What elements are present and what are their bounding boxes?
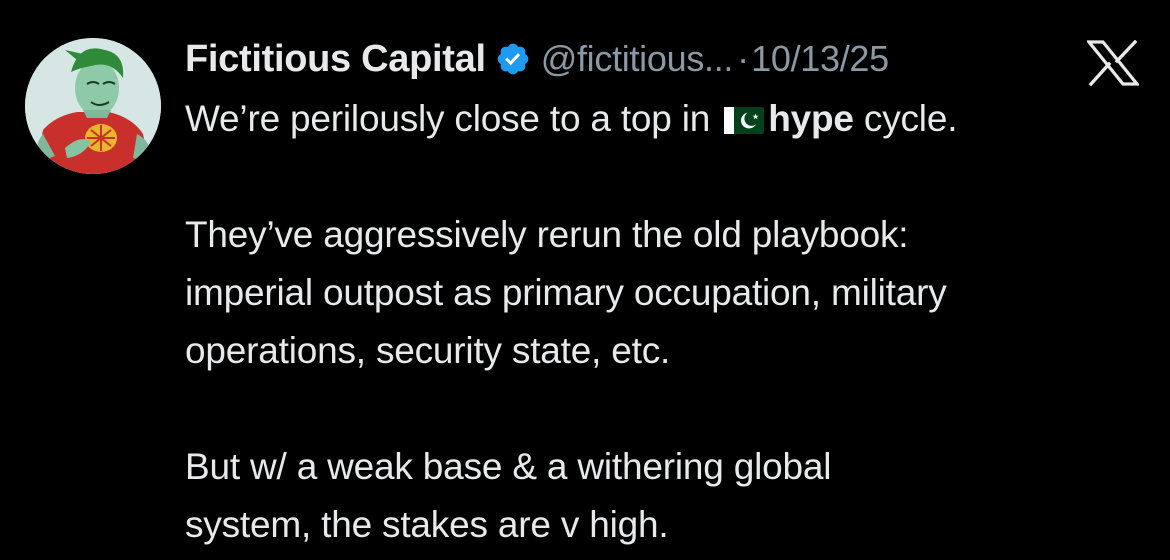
pakistan-flag-emoji	[724, 93, 765, 134]
header-separator: ·	[737, 38, 750, 79]
tweet-line: operations, security state, etc.	[185, 330, 671, 371]
tweet-text: We’re perilously close to a top in hype …	[185, 90, 1155, 554]
x-logo-icon[interactable]	[1085, 39, 1141, 87]
tweet-line: We’re perilously close to a top in hype …	[185, 90, 1155, 148]
tweet-text-segment: cycle.	[863, 98, 958, 139]
timestamp[interactable]: 10/13/25	[751, 38, 889, 80]
avatar[interactable]	[25, 38, 161, 174]
hype-link[interactable]: hype	[768, 98, 854, 139]
tweet-text-segment: We’re perilously close to a top in	[185, 98, 721, 139]
tweet-card[interactable]: Fictitious Capital @fictitious... · 10/1…	[0, 0, 1170, 560]
tweet-line: They’ve aggressively rerun the old playb…	[185, 214, 909, 255]
tweet-line: system, the stakes are v high.	[185, 504, 669, 545]
tweet-header: Fictitious Capital @fictitious... · 10/1…	[185, 36, 889, 82]
handle[interactable]: @fictitious...	[541, 38, 734, 80]
tweet-line: But w/ a weak base & a withering global	[185, 446, 832, 487]
avatar-image	[25, 38, 161, 174]
tweet-line: imperial outpost as primary occupation, …	[185, 272, 947, 313]
display-name[interactable]: Fictitious Capital	[185, 38, 486, 81]
verified-badge-icon[interactable]	[495, 41, 531, 77]
